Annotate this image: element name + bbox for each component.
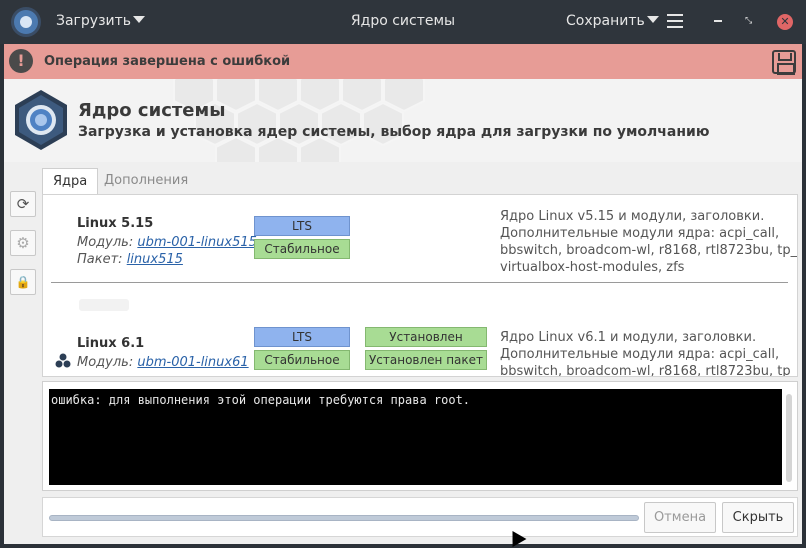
console-scrollbar[interactable] (786, 394, 792, 482)
maximize-icon[interactable]: ⤡ (745, 16, 752, 26)
kernel-module: Модуль: ubm-001-linux515 (77, 235, 257, 250)
lock-button[interactable]: 🔒 (10, 269, 36, 295)
kernel-gear-icon (15, 90, 67, 150)
desc-line: Ядро Linux v6.1 и модули, заголовки. (500, 330, 757, 345)
stable-badge: Стабильное (254, 239, 350, 259)
desc-line: bbswitch, broadcom-wl, r8168, rtl8723bu,… (500, 364, 798, 377)
action-bar: Отмена Скрыть (42, 497, 798, 537)
package-label: Пакет: (77, 252, 123, 267)
minimize-icon[interactable] (714, 20, 722, 22)
module-label: Модуль: (77, 355, 134, 370)
tab-extras[interactable]: Дополнения (94, 168, 198, 194)
close-icon[interactable]: ✕ (777, 14, 793, 30)
chevron-down-icon (133, 16, 146, 23)
module-link[interactable]: ubm-001-linux515 (137, 235, 257, 250)
cancel-button[interactable]: Отмена (644, 502, 716, 533)
hamburger-menu-icon[interactable] (667, 14, 683, 28)
save-menu-button[interactable]: Сохранить (566, 13, 659, 29)
kernel-name: Linux 6.1 (77, 336, 145, 351)
desc-line: Дополнительные модули ядра: acpi_call, (500, 347, 780, 362)
save-menu-label: Сохранить (566, 13, 645, 29)
desc-line: bbswitch, broadcom-wl, r8168, rtl8723bu,… (500, 243, 798, 258)
module-label: Модуль: (77, 235, 134, 250)
hide-button[interactable]: Скрыть (722, 502, 794, 533)
lock-icon: 🔒 (15, 275, 31, 289)
console-panel: ошибка: для выполнения этой операции тре… (42, 381, 798, 491)
chevron-down-icon (646, 16, 659, 23)
app-logo-icon (11, 7, 41, 37)
refresh-icon: ⟳ (16, 195, 30, 213)
kernel-package: Пакет: linux515 (77, 252, 183, 267)
load-menu-button[interactable]: Загрузить (56, 13, 146, 29)
kernel-module: Модуль: ubm-001-linux61 (77, 355, 249, 370)
desc-line: virtualbox-host-modules, zfs (500, 260, 685, 275)
stable-badge: Стабильное (254, 350, 350, 370)
error-message: Операция завершена с ошибкой (44, 54, 291, 69)
desc-line: Ядро Linux v5.15 и модули, заголовки. (500, 209, 765, 224)
progress-bar (49, 515, 639, 521)
package-link[interactable]: linux515 (127, 252, 183, 267)
installed-module-badge: Установлен модуль (365, 327, 487, 362)
kernel-list[interactable]: Linux 5.15 Модуль: ubm-001-linux515 Паке… (42, 194, 798, 377)
desc-line: Дополнительные модули ядра: acpi_call, (500, 226, 780, 241)
module-link[interactable]: ubm-001-linux61 (137, 355, 248, 370)
gear-icon: ⚙ (16, 234, 30, 252)
kernel-name: Linux 5.15 (77, 216, 154, 231)
window-body: Ядро системы Загрузка и установка ядер с… (4, 79, 802, 544)
page-title: Ядро системы (78, 100, 226, 121)
console-output[interactable]: ошибка: для выполнения этой операции тре… (49, 389, 782, 485)
lts-badge: LTS (254, 327, 350, 347)
header: Ядро системы Загрузка и установка ядер с… (4, 79, 802, 162)
load-menu-label: Загрузить (56, 13, 132, 29)
save-log-icon[interactable] (772, 50, 796, 75)
error-banner: ! Операция завершена с ошибкой (4, 44, 802, 79)
installed-package-badge: Установлен пакет (365, 350, 487, 370)
refresh-button[interactable]: ⟳ (10, 191, 36, 217)
placeholder-row (79, 299, 129, 311)
title-bar: Загрузить Ядро системы Сохранить ⤡ ✕ (0, 0, 806, 44)
kernel-description: Ядро Linux v6.1 и модули, заголовки. Доп… (500, 329, 798, 377)
kernel-description: Ядро Linux v5.15 и модули, заголовки. До… (500, 208, 798, 276)
page-subtitle: Загрузка и установка ядер системы, выбор… (78, 124, 710, 140)
settings-button[interactable]: ⚙ (10, 230, 36, 256)
cubes-icon (55, 353, 71, 368)
warning-icon: ! (9, 49, 33, 73)
lts-badge: LTS (254, 216, 350, 236)
tab-kernels[interactable]: Ядра (42, 168, 99, 194)
divider (51, 282, 788, 283)
